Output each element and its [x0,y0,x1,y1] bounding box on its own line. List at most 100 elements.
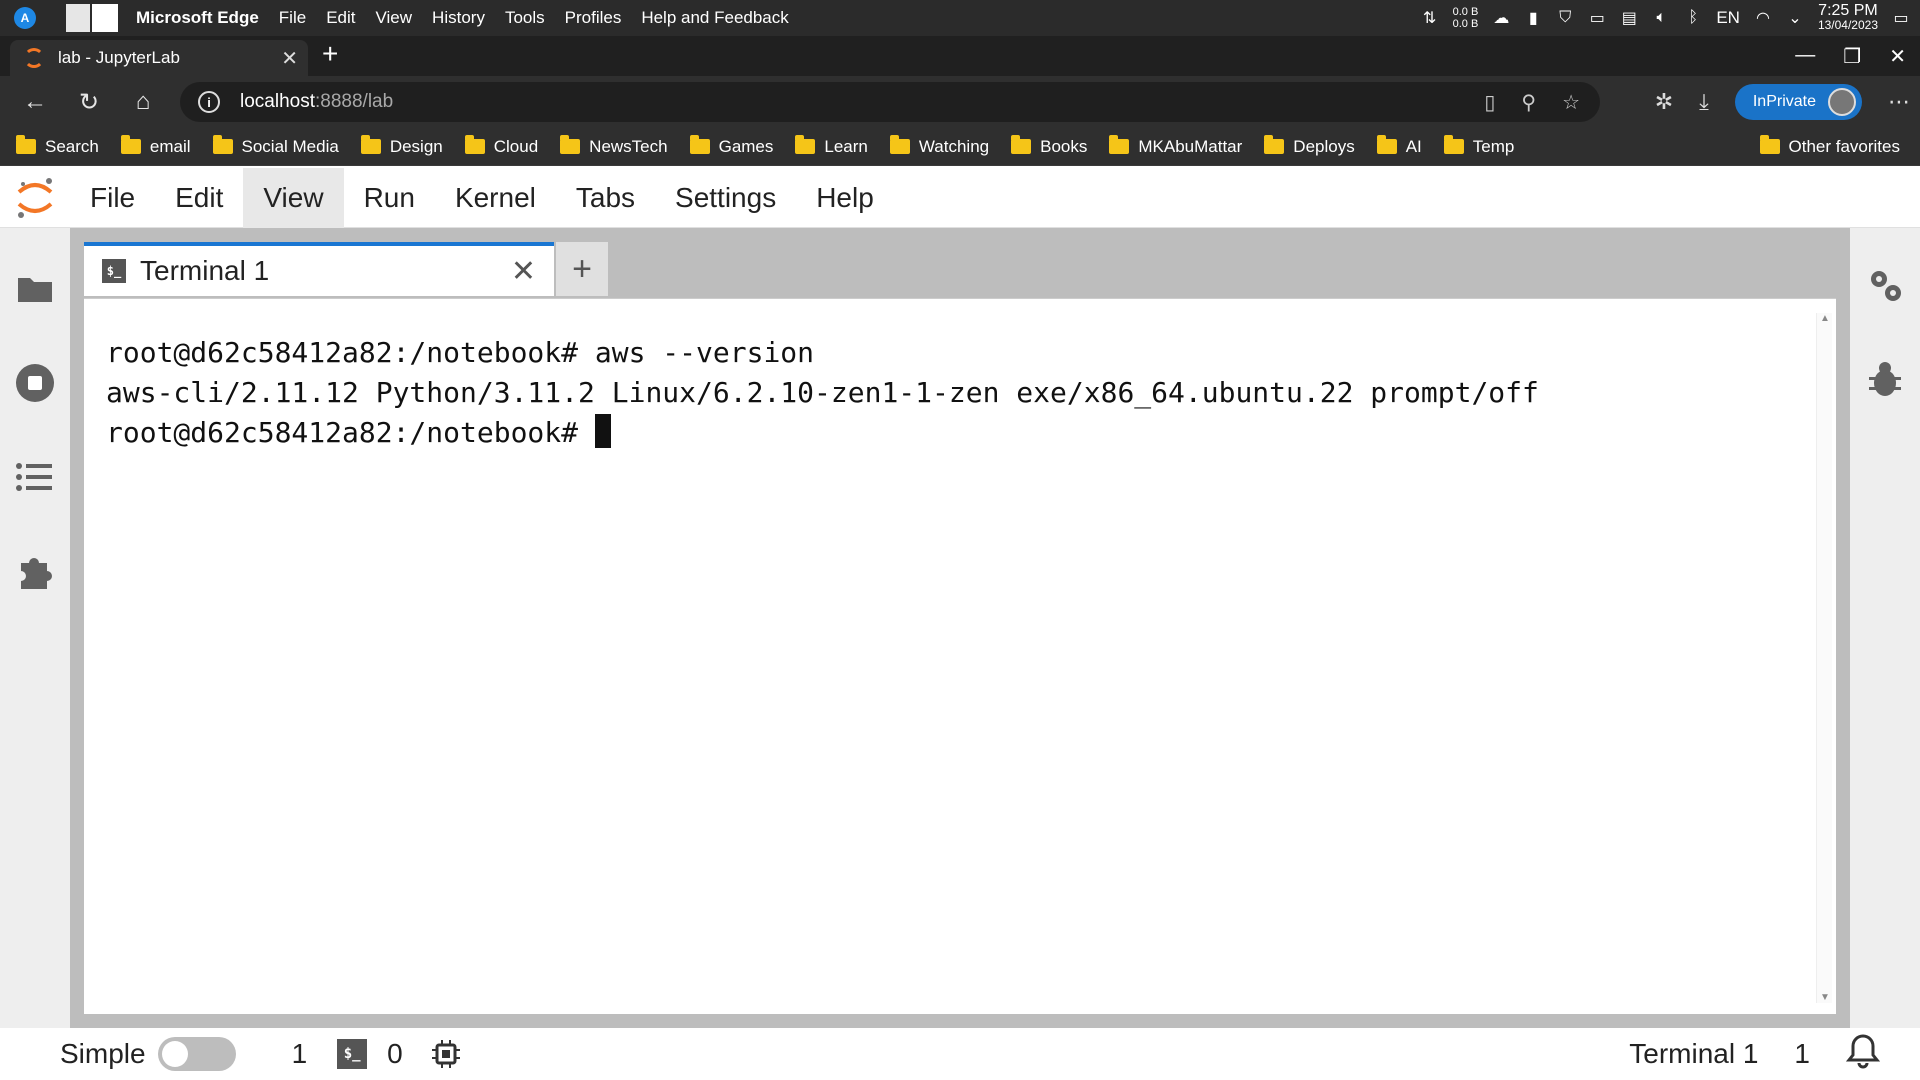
folder-icon [212,135,233,154]
close-tab-icon[interactable]: ✕ [281,46,298,71]
add-favorite-icon[interactable]: ☆ [1562,90,1580,115]
status-right: Terminal 1 1 [1629,1033,1881,1076]
favorite-learn[interactable]: Learn [795,135,868,157]
download-icon[interactable]: ⤓ [1699,89,1709,115]
terminal-prompt: root@d62c58412a82:/notebook# [106,416,595,449]
cloud-icon[interactable]: ☁ [1492,9,1510,27]
minimize-icon[interactable]: — [1795,44,1815,69]
site-info-icon[interactable]: i [198,91,220,113]
restore-icon[interactable]: ❐ [1843,44,1861,69]
new-launcher-button[interactable]: + [556,242,608,296]
jl-menu-kernel[interactable]: Kernel [435,168,556,228]
extensions-icon[interactable]: ✲ [1655,89,1673,115]
jl-menu-edit[interactable]: Edit [155,168,243,228]
tab-terminal-1[interactable]: $_ Terminal 1 ✕ [84,242,554,296]
battery-icon[interactable]: ▤ [1620,9,1638,27]
notification-panel-icon[interactable]: ▭ [1892,9,1910,27]
folder-icon [464,135,485,154]
zoom-icon[interactable]: ⚲ [1521,90,1536,115]
more-options-icon[interactable]: ⋯ [1888,89,1910,115]
new-tab-button[interactable]: + [322,38,338,70]
jupyter-logo-icon [0,168,70,228]
scroll-down-icon[interactable]: ▼ [1820,992,1830,1003]
shield-icon[interactable]: ⛉ [1556,9,1574,27]
favorite-mkabumattar[interactable]: MKAbuMattar [1109,135,1242,157]
left-sidebar [0,228,70,1028]
other-favorites[interactable]: Other favorites [1759,135,1900,157]
terminal-output[interactable]: root@d62c58412a82:/notebook# aws --versi… [86,313,1806,1003]
os-menu-view[interactable]: View [376,8,413,28]
favorite-cloud[interactable]: Cloud [464,135,538,157]
favorite-label: Learn [824,136,868,156]
favorite-social-media[interactable]: Social Media [212,135,339,157]
folder-icon [689,135,710,154]
favorite-label: Social Media [241,136,339,156]
os-menu-help[interactable]: Help and Feedback [641,8,788,28]
os-menu-edit[interactable]: Edit [326,8,355,28]
jl-menu-settings[interactable]: Settings [655,168,796,228]
jl-menu-run[interactable]: Run [344,168,435,228]
terminal-status-icon[interactable]: $_ [337,1039,368,1069]
clock[interactable]: 7:25 PM 13/04/2023 [1818,3,1878,33]
os-menu-profiles[interactable]: Profiles [565,8,622,28]
workspace-switcher[interactable] [66,4,118,32]
favorite-label: NewsTech [589,136,668,156]
favorite-label: Deploys [1293,136,1355,156]
browser-tab-title: lab - JupyterLab [58,48,180,67]
favorite-watching[interactable]: Watching [889,135,989,157]
property-inspector-gears-icon[interactable] [1864,264,1906,306]
browser-tab-jupyterlab[interactable]: lab - JupyterLab ✕ [10,40,308,76]
clipboard-icon[interactable]: ▮ [1524,9,1542,27]
favorite-deploys[interactable]: Deploys [1264,135,1355,157]
favorite-label: email [149,136,191,156]
address-bar[interactable]: i localhost:8888/lab ▯ ⚲ ☆ [180,82,1600,122]
os-menu-tools[interactable]: Tools [505,8,545,28]
network-arrows-icon: ⇅ [1422,10,1437,27]
os-menu-file[interactable]: File [279,8,306,28]
terminals-count[interactable]: 1 [292,1038,308,1070]
notifications-count[interactable]: 1 [1794,1038,1810,1070]
file-browser-folder-icon[interactable] [14,268,56,310]
extension-manager-puzzle-icon[interactable] [14,550,56,592]
notification-bell-icon[interactable] [1845,1033,1881,1076]
back-icon[interactable]: ← [16,83,54,121]
favorite-email[interactable]: email [120,135,191,157]
favorite-search[interactable]: Search [16,135,99,157]
favorite-books[interactable]: Books [1011,135,1087,157]
running-sessions-stop-icon[interactable] [14,362,56,404]
favorite-ai[interactable]: AI [1376,135,1422,157]
wifi-icon[interactable]: ◠ [1754,9,1772,27]
close-window-icon[interactable]: ✕ [1889,44,1906,69]
os-menu-history[interactable]: History [432,8,485,28]
jl-menu-help[interactable]: Help [796,168,894,228]
clock-date: 13/04/2023 [1817,18,1878,32]
jl-menu-view[interactable]: View [243,167,344,228]
inprivate-button[interactable]: InPrivate [1734,84,1862,120]
close-icon[interactable]: ✕ [511,254,536,289]
favorite-newstech[interactable]: NewsTech [560,135,668,157]
os-launcher-icon[interactable]: A [14,7,36,29]
home-icon[interactable]: ⌂ [124,83,162,121]
folder-icon [1443,135,1464,154]
table-of-contents-icon[interactable] [14,456,56,498]
favorite-design[interactable]: Design [360,135,443,157]
chevron-down-icon[interactable]: ⌄ [1786,9,1804,27]
kernels-count[interactable]: 0 [387,1038,403,1070]
bluetooth-icon[interactable]: ᛒ [1684,9,1702,27]
favorite-temp[interactable]: Temp [1443,135,1514,157]
favorite-label: Search [45,136,99,156]
clipboard-icon[interactable]: ▯ [1484,90,1495,115]
simple-mode-toggle[interactable] [157,1037,236,1071]
keyboard-language[interactable]: EN [1716,8,1740,28]
folder-icon [560,135,581,154]
favorite-games[interactable]: Games [689,135,773,157]
jl-menu-tabs[interactable]: Tabs [556,168,655,228]
volume-icon[interactable]: 🔈︎ [1652,9,1670,27]
scroll-up-icon[interactable]: ▲ [1820,313,1830,324]
terminal-tray-icon[interactable]: ▭ [1588,9,1606,27]
refresh-icon[interactable]: ↻ [70,83,108,121]
terminal-scrollbar[interactable]: ▲ ▼ [1816,313,1832,1003]
kernel-chip-icon[interactable] [431,1039,461,1069]
debugger-bug-icon[interactable] [1864,358,1906,400]
jl-menu-file[interactable]: File [70,168,155,228]
